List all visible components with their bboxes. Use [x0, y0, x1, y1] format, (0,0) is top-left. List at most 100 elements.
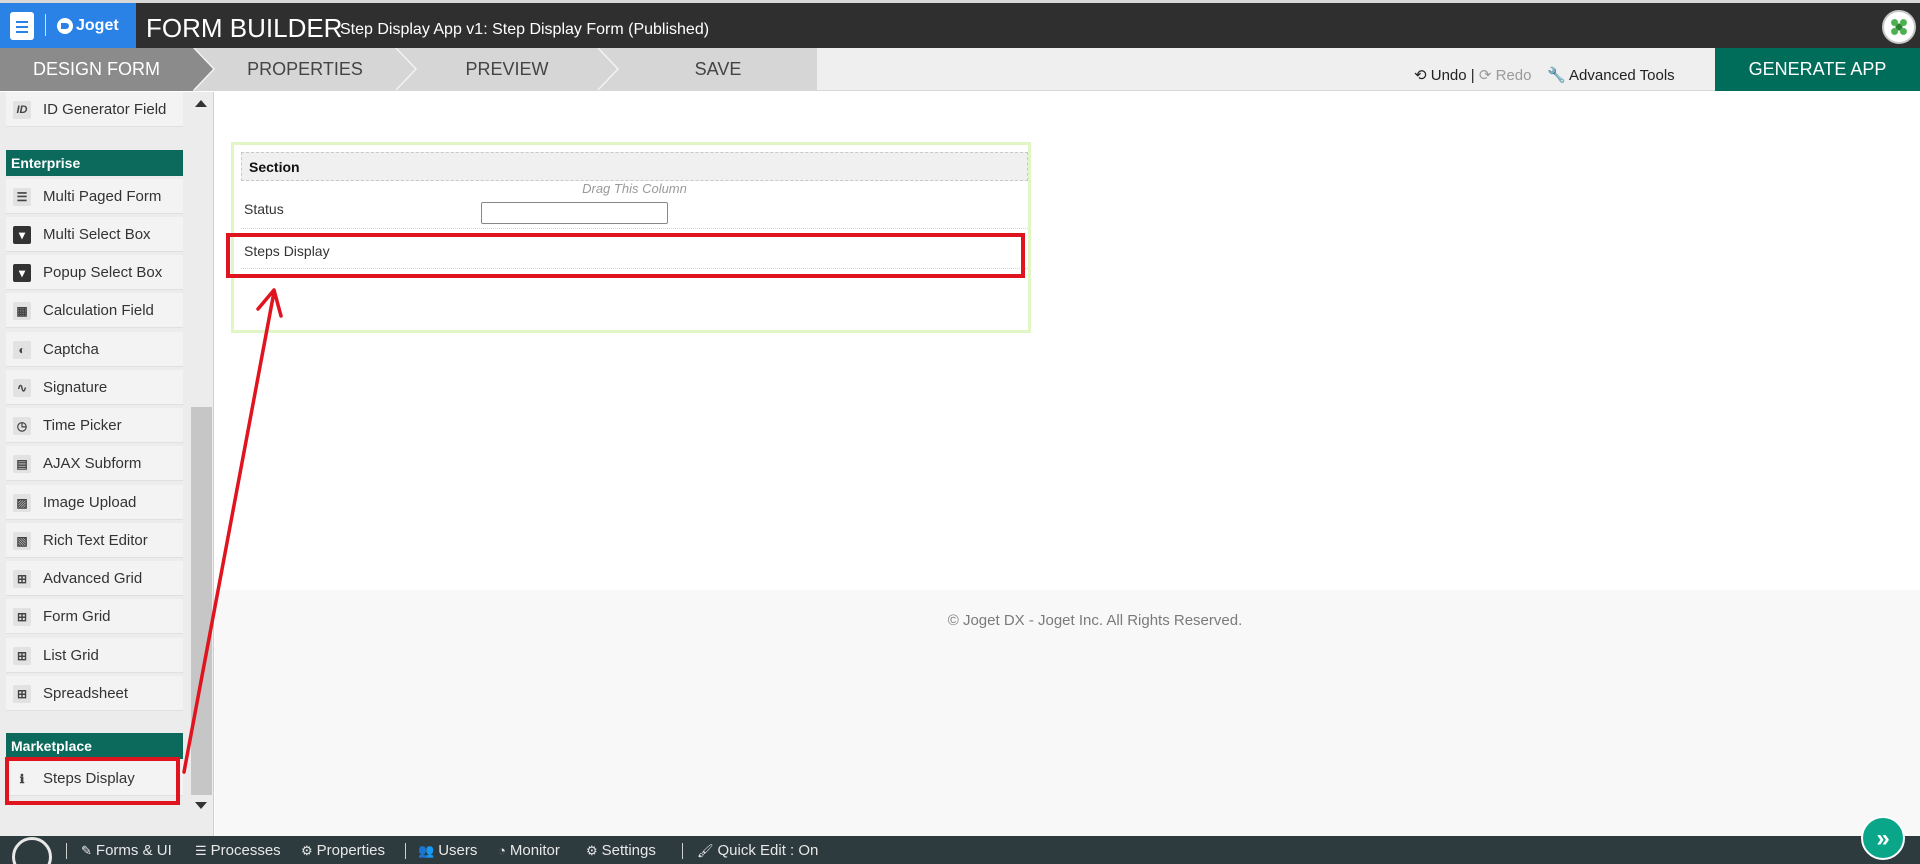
scroll-down-arrow-icon[interactable] [195, 802, 207, 809]
tab-save[interactable]: SAVE [599, 48, 817, 91]
palette-item-list-grid[interactable]: ⊞ List Grid [6, 638, 183, 673]
palette-item-image-upload[interactable]: ▨ Image Upload [6, 485, 183, 520]
shield-icon: ◐ [13, 341, 31, 359]
expand-panel-button[interactable]: » [1861, 816, 1905, 860]
gears-icon: ⚙ [586, 843, 598, 858]
brush-icon: 🖌 [697, 843, 714, 858]
tab-preview[interactable]: PREVIEW [397, 48, 619, 91]
palette-item-id-generator-field[interactable]: ID ID Generator Field [6, 92, 183, 127]
palette-heading-marketplace: Marketplace [6, 733, 183, 759]
calculator-icon: ▦ [13, 302, 31, 320]
palette-item-form-grid[interactable]: ⊞ Form Grid [6, 599, 183, 634]
undo-label: Undo [1430, 67, 1467, 84]
signature-icon: ∿ [13, 379, 31, 397]
palette-item-label: Captcha [43, 341, 99, 358]
nav-quick-edit-toggle[interactable]: 🖌 Quick Edit : On [697, 842, 818, 859]
palette-item-rich-text-editor[interactable]: ▧ Rich Text Editor [6, 523, 183, 558]
list-icon: ☰ [13, 188, 31, 206]
nav-label: Properties [316, 842, 386, 859]
page-subtitle: Step Display App v1: Step Display Form (… [340, 21, 710, 38]
palette-item-label: Rich Text Editor [43, 532, 148, 549]
palette-item-spreadsheet[interactable]: ⊞ Spreadsheet [6, 676, 183, 711]
element-palette-sidebar: ID ID Generator Field Enterprise ☰ Multi… [0, 92, 214, 836]
palette-item-steps-display[interactable]: ℹ Steps Display [6, 761, 183, 796]
palette-item-multi-select-box[interactable]: ▾ Multi Select Box [6, 217, 183, 252]
palette-item-popup-select-box[interactable]: ▾ Popup Select Box [6, 255, 183, 290]
drag-column-handle[interactable]: Drag This Column [241, 181, 1028, 197]
page-title: FORM BUILDER [146, 13, 343, 43]
nav-label: Users [438, 842, 478, 859]
palette-item-label: Steps Display [43, 770, 135, 787]
nav-forms-ui[interactable]: ✎ Forms & UI [81, 842, 172, 859]
palette-item-label: Advanced Grid [43, 570, 143, 587]
palette-item-label: Image Upload [43, 494, 137, 511]
redo-button[interactable]: ⟳ Redo [1479, 66, 1532, 84]
tab-design-form[interactable]: DESIGN FORM [0, 48, 215, 91]
form-container[interactable]: Section Drag This Column Status Steps Di… [231, 142, 1031, 333]
joget-home-icon[interactable] [12, 837, 52, 864]
steps-display-field-row[interactable]: Steps Display [241, 235, 1028, 269]
nav-divider [405, 843, 406, 859]
palette-heading-enterprise: Enterprise [6, 150, 183, 176]
sidebar-scrollbar-thumb[interactable] [191, 407, 212, 795]
advanced-tools-label: Advanced Tools [1569, 67, 1675, 84]
redo-icon: ⟳ [1478, 67, 1492, 84]
palette-item-label: Signature [43, 379, 108, 396]
nav-divider [66, 843, 67, 859]
grid-icon: ⊞ [13, 608, 31, 626]
palette-item-label: Spreadsheet [43, 685, 129, 702]
grid-icon: ⊞ [13, 647, 31, 665]
nav-monitor[interactable]: ◔ Monitor [498, 842, 560, 859]
undo-redo-separator: | [1470, 67, 1475, 84]
palette-item-multi-paged-form[interactable]: ☰ Multi Paged Form [6, 179, 183, 214]
palette-item-label: Popup Select Box [43, 264, 163, 281]
palette-item-time-picker[interactable]: ◷ Time Picker [6, 408, 183, 443]
steps-display-label: Steps Display [244, 243, 330, 259]
scroll-up-arrow-icon[interactable] [195, 100, 207, 107]
status-input[interactable] [481, 202, 668, 224]
bottom-navigation-bar: ✎ Forms & UI ☰ Processes ⚙ Properties 👥 User… [0, 836, 1920, 864]
nav-users[interactable]: 👥 Users [418, 842, 477, 859]
undo-redo-group: ⟲ Undo | ⟳ Redo [1414, 66, 1531, 84]
form-design-area: Section Drag This Column Status Steps Di… [215, 92, 1920, 590]
palette-item-label: Time Picker [43, 417, 122, 434]
builder-step-bar: DESIGN FORM PROPERTIES PREVIEW SAVE ⟲ Un… [0, 48, 1920, 91]
section-title[interactable]: Section [241, 152, 1028, 181]
nav-label: Processes [210, 842, 281, 859]
undo-icon: ⟲ [1414, 67, 1427, 84]
double-chevron-right-icon: » [1876, 825, 1890, 852]
palette-item-calculation-field[interactable]: ▦ Calculation Field [6, 293, 183, 328]
logo-divider [45, 14, 46, 36]
undo-button[interactable]: ⟲ Undo [1414, 66, 1467, 84]
palette-item-advanced-grid[interactable]: ⊞ Advanced Grid [6, 561, 183, 596]
palette-item-captcha[interactable]: ◐ Captcha [6, 332, 183, 367]
app-logo-box[interactable]: Joget [0, 3, 136, 48]
palette-item-signature[interactable]: ∿ Signature [6, 370, 183, 405]
nav-divider [682, 843, 683, 859]
nav-label: Settings [601, 842, 656, 859]
caret-box-icon: ▾ [13, 264, 31, 282]
palette-item-label: ID Generator Field [43, 101, 167, 118]
palette-item-label: AJAX Subform [43, 455, 142, 472]
document-icon[interactable] [10, 12, 34, 40]
info-icon: ℹ [19, 772, 25, 786]
palette-item-ajax-subform[interactable]: ▤ AJAX Subform [6, 446, 183, 481]
generate-app-button[interactable]: GENERATE APP [1715, 48, 1920, 91]
palette-item-label: Form Grid [43, 608, 111, 625]
grid-icon: ⊞ [13, 570, 31, 588]
grid-icon: ⊞ [13, 685, 31, 703]
nav-properties[interactable]: ⚙ Properties [301, 842, 385, 859]
logo-text: Joget [76, 17, 119, 34]
nav-processes[interactable]: ☰ Processes [195, 842, 281, 859]
status-field-row[interactable]: Status [241, 199, 1028, 229]
footer-copyright: © Joget DX - Joget Inc. All Rights Reser… [947, 612, 1243, 629]
status-label: Status [244, 201, 284, 217]
nav-settings[interactable]: ⚙ Settings [586, 842, 656, 859]
advanced-tools-button[interactable]: 🔧 Advanced Tools [1547, 66, 1675, 84]
tab-properties[interactable]: PROPERTIES [195, 48, 417, 91]
form-canvas: Section Drag This Column Status Steps Di… [215, 92, 1920, 836]
user-avatar[interactable] [1882, 10, 1916, 44]
palette-item-label: Multi Paged Form [43, 188, 162, 205]
redo-label: Redo [1495, 67, 1532, 84]
clock-icon: ◷ [13, 417, 31, 435]
